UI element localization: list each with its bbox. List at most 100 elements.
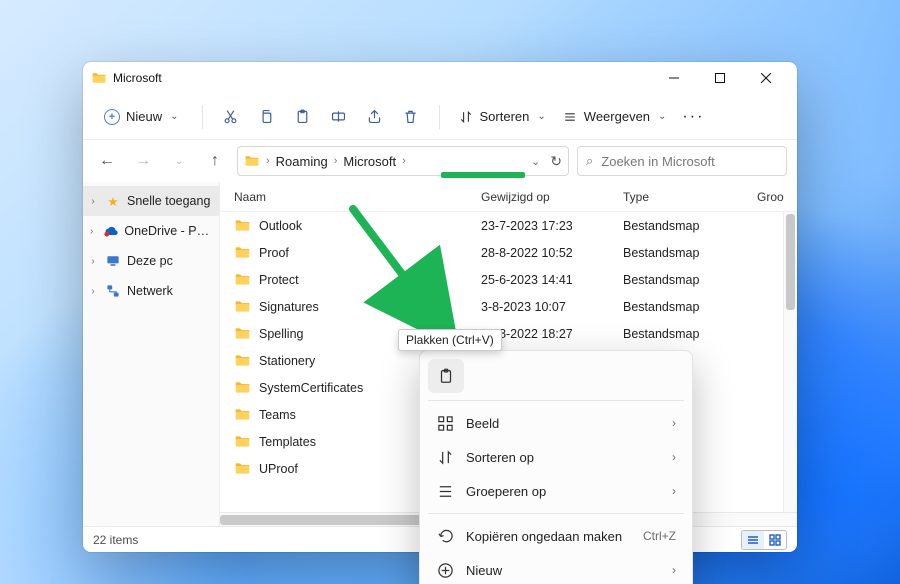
- table-row[interactable]: Spelling27-8-2022 18:27Bestandsmap: [220, 320, 797, 347]
- window-controls: [651, 62, 789, 94]
- delete-button[interactable]: [395, 101, 427, 133]
- search-icon: ⌕: [586, 153, 593, 169]
- context-item-group[interactable]: Groeperen op ›: [426, 474, 686, 508]
- new-button[interactable]: + Nieuw ⌄: [93, 101, 190, 133]
- back-button[interactable]: ←: [93, 147, 121, 175]
- chevron-right-icon: ›: [672, 416, 676, 430]
- file-name: Signatures: [259, 300, 319, 314]
- file-name: Teams: [259, 408, 296, 422]
- chevron-down-icon: ⌄: [658, 111, 666, 122]
- paste-tooltip: Plakken (Ctrl+V): [398, 329, 502, 351]
- context-item-label: Beeld: [466, 416, 499, 431]
- copy-button[interactable]: [251, 101, 283, 133]
- file-type: Bestandsmap: [623, 300, 757, 314]
- column-headers[interactable]: Naam Gewijzigd op Type Groo: [220, 182, 797, 212]
- chevron-down-icon: ⌄: [170, 111, 178, 122]
- sidebar-item-network[interactable]: › Netwerk: [83, 276, 219, 306]
- divider: [428, 513, 684, 514]
- col-name[interactable]: Naam: [234, 190, 481, 204]
- context-paste-button[interactable]: [428, 359, 464, 393]
- table-row[interactable]: Outlook23-7-2023 17:23Bestandsmap: [220, 212, 797, 239]
- star-icon: ★: [105, 193, 121, 209]
- col-type[interactable]: Type: [623, 190, 757, 204]
- vertical-scrollbar[interactable]: [783, 212, 797, 512]
- new-label: Nieuw: [126, 109, 162, 124]
- table-row[interactable]: Proof28-8-2022 10:52Bestandsmap: [220, 239, 797, 266]
- close-button[interactable]: [743, 62, 789, 94]
- sidebar: › ★ Snelle toegang › OneDrive - Personal…: [83, 182, 220, 526]
- sidebar-item-label: Snelle toegang: [127, 194, 210, 208]
- details-view-button[interactable]: [742, 531, 764, 549]
- grid-icon: [436, 414, 454, 432]
- chevron-right-icon: ›: [334, 155, 338, 167]
- scroll-thumb[interactable]: [786, 214, 795, 310]
- pc-icon: [105, 253, 121, 269]
- refresh-button[interactable]: ↻: [550, 153, 562, 170]
- search-input[interactable]: ⌕ Zoeken in Microsoft: [577, 146, 787, 176]
- table-row[interactable]: Protect25-6-2023 14:41Bestandsmap: [220, 266, 797, 293]
- sidebar-item-label: Netwerk: [127, 284, 173, 298]
- maximize-button[interactable]: [697, 62, 743, 94]
- up-button[interactable]: ↑: [201, 147, 229, 175]
- col-size[interactable]: Groo: [757, 190, 797, 204]
- cut-button[interactable]: [215, 101, 247, 133]
- context-item-sort[interactable]: Sorteren op ›: [426, 440, 686, 474]
- context-item-view[interactable]: Beeld ›: [426, 406, 686, 440]
- file-name: Protect: [259, 273, 299, 287]
- col-date[interactable]: Gewijzigd op: [481, 190, 623, 204]
- window-title: Microsoft: [113, 71, 162, 85]
- sort-button[interactable]: Sorteren ⌄: [452, 101, 552, 133]
- titlebar: Microsoft: [83, 62, 797, 94]
- crumb-roaming[interactable]: Roaming: [276, 154, 328, 169]
- file-type: Bestandsmap: [623, 219, 757, 233]
- file-type: Bestandsmap: [623, 273, 757, 287]
- chevron-right-icon: ›: [266, 155, 270, 167]
- annotation-underline: [441, 172, 525, 178]
- file-name: Stationery: [259, 354, 315, 368]
- nav-row: ← → ⌄ ↑ › Roaming › Microsoft › ⌄ ↻ ⌕ Zo…: [83, 140, 797, 182]
- context-menu: Beeld › Sorteren op › Groeperen op › Kop…: [419, 350, 693, 584]
- file-name: UProof: [259, 462, 298, 476]
- more-button[interactable]: ···: [676, 108, 710, 126]
- divider: [202, 105, 203, 129]
- file-name: Proof: [259, 246, 289, 260]
- share-button[interactable]: [359, 101, 391, 133]
- address-bar[interactable]: › Roaming › Microsoft › ⌄ ↻: [237, 146, 569, 176]
- context-item-new[interactable]: Nieuw ›: [426, 553, 686, 584]
- context-item-undo[interactable]: Kopiëren ongedaan maken Ctrl+Z: [426, 519, 686, 553]
- sort-label: Sorteren: [480, 109, 530, 124]
- chevron-down-icon: ⌄: [537, 111, 545, 122]
- chevron-right-icon: ›: [87, 256, 99, 267]
- folder-icon: [234, 244, 251, 261]
- folder-icon: [234, 433, 251, 450]
- folder-icon: [244, 153, 260, 169]
- minimize-button[interactable]: [651, 62, 697, 94]
- context-item-label: Groeperen op: [466, 484, 546, 499]
- view-button[interactable]: Weergeven ⌄: [556, 101, 673, 133]
- group-icon: [436, 482, 454, 500]
- sidebar-item-onedrive[interactable]: › OneDrive - Personal: [83, 216, 219, 246]
- table-row[interactable]: Signatures3-8-2023 10:07Bestandsmap: [220, 293, 797, 320]
- search-placeholder: Zoeken in Microsoft: [601, 154, 714, 169]
- sidebar-item-this-pc[interactable]: › Deze pc: [83, 246, 219, 276]
- rename-button[interactable]: [323, 101, 355, 133]
- folder-icon: [234, 406, 251, 423]
- context-item-label: Kopiëren ongedaan maken: [466, 529, 622, 544]
- folder-icon: [234, 352, 251, 369]
- icons-view-button[interactable]: [764, 531, 786, 549]
- sidebar-item-label: OneDrive - Personal: [124, 224, 213, 238]
- context-item-label: Nieuw: [466, 563, 502, 578]
- file-name: Templates: [259, 435, 316, 449]
- paste-button[interactable]: [287, 101, 319, 133]
- folder-icon: [234, 379, 251, 396]
- divider: [439, 105, 440, 129]
- history-chev[interactable]: ⌄: [531, 155, 540, 168]
- crumb-microsoft[interactable]: Microsoft: [343, 154, 396, 169]
- view-label: Weergeven: [584, 109, 650, 124]
- sidebar-item-quick-access[interactable]: › ★ Snelle toegang: [83, 186, 219, 216]
- folder-icon: [91, 70, 107, 86]
- chevron-right-icon: ›: [672, 450, 676, 464]
- breadcrumb: Roaming › Microsoft ›: [276, 154, 406, 169]
- forward-button[interactable]: →: [129, 147, 157, 175]
- recent-chev[interactable]: ⌄: [165, 147, 193, 175]
